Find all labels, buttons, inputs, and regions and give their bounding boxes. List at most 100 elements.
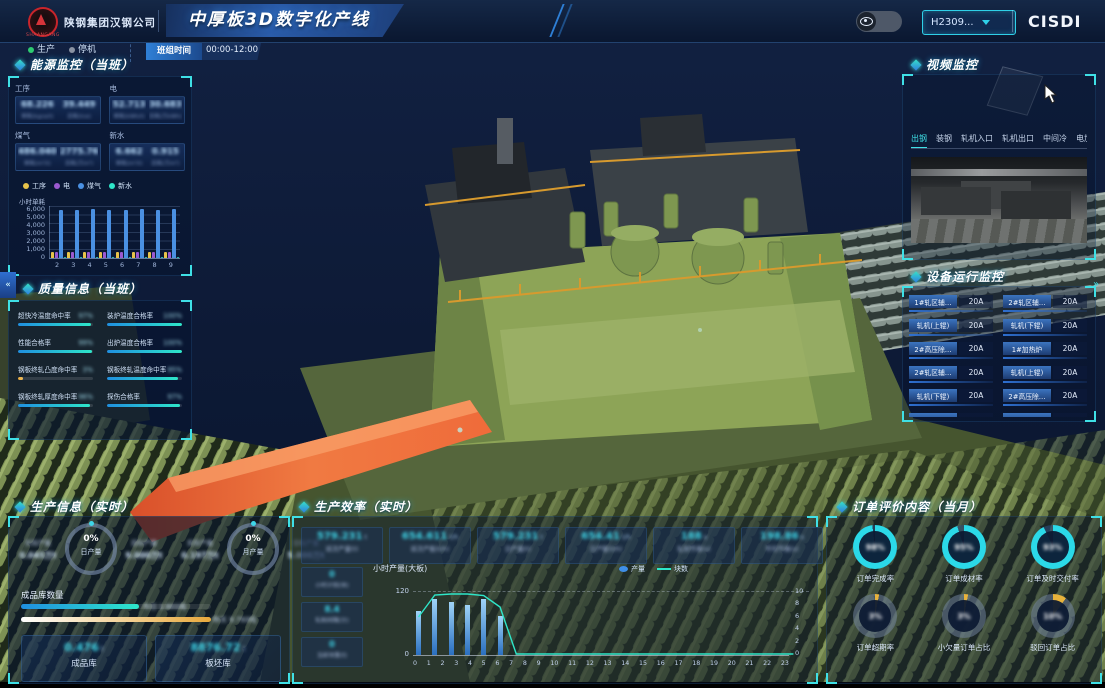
energy-group: 新水6.662单耗(m³/t)0.915总耗(万m³) <box>109 130 185 171</box>
equipment-panel: 1#轧区辅…20A2#轧区辅…20A轧机(上辊)20A轧机(下辊)20A2#高压… <box>902 286 1096 422</box>
efficiency-stat-label: 班次产能(t/h) <box>390 544 470 553</box>
quality-panel-title: 质量信息（当班） <box>24 280 142 297</box>
efficiency-stat-value: 579.231 t <box>302 531 382 542</box>
energy-bar <box>152 252 155 258</box>
energy-stat-unit: 总耗(万kWh) <box>149 112 182 120</box>
order-donut-ring: 93% <box>1031 525 1075 569</box>
hourly-line-series <box>413 591 789 655</box>
video-panel-title-text: 视频监控 <box>926 56 978 73</box>
energy-stat-unit: 单耗(m³/t) <box>18 159 57 167</box>
gauge-actual-value: 0.197万t <box>177 550 223 561</box>
energy-bar-group <box>164 206 179 258</box>
energy-group-cells: 68.226单耗(kgce/t)39.449总耗(tce) <box>15 96 101 124</box>
right-axis-tick: 10 <box>795 587 803 595</box>
energy-ytick: 1,000 <box>26 245 45 253</box>
eye-icon <box>860 17 873 26</box>
equipment-item-value <box>1053 413 1087 418</box>
gauge-target-value: 9.000万t <box>121 550 167 561</box>
quality-item: 钢板终轧凸度命中率3% <box>18 364 93 380</box>
energy-bar <box>96 257 98 258</box>
energy-groups: 工序68.226单耗(kgce/t)39.449总耗(tce)电52.713单耗… <box>15 83 185 171</box>
hourly-chart-xaxis: 01234567891011121314151617181920212223 <box>413 660 789 667</box>
diamond-icon <box>298 501 309 512</box>
panel-collapse-chevron[interactable]: » <box>1093 279 1099 290</box>
quality-item: 超快冷温度命中率97% <box>18 310 93 326</box>
orders-panel: 98%订单完成率95%订单成材率93%订单及时交付率3%订单超期率3%小欠量订单… <box>826 516 1102 684</box>
video-tab-轧机入口[interactable]: 轧机入口 <box>961 133 993 144</box>
chevron-down-icon <box>982 20 990 25</box>
equipment-item-underline <box>1003 381 1087 383</box>
equipment-item: 2#高压除…20A <box>1003 389 1087 406</box>
video-tab-出钢[interactable]: 出钢 <box>911 133 927 144</box>
line-selector-dropdown[interactable]: H2309... <box>922 10 1016 35</box>
equipment-item-value: 20A <box>959 342 993 355</box>
quality-progress-track <box>107 404 182 407</box>
gauge-percent: 0% <box>231 534 275 544</box>
energy-bar <box>168 252 171 258</box>
efficiency-side-label: 小时计划(块) <box>302 580 362 589</box>
hour-tick: 16 <box>657 660 665 667</box>
video-tab-电加热[interactable]: 电加热 <box>1076 133 1087 144</box>
energy-group: 煤气 486.040单耗(m³/t)2775.76总耗(万m³) <box>15 130 101 171</box>
orders-panel-title-text: 订单评价内容（当月） <box>852 498 982 515</box>
equipment-item-value: 20A <box>1053 389 1087 402</box>
energy-bar <box>64 257 66 258</box>
efficiency-side-card: 0当前块重(t) <box>301 637 363 667</box>
hour-tick: 21 <box>745 660 753 667</box>
energy-chart-plot <box>49 206 180 259</box>
equipment-item-underline <box>909 381 993 383</box>
efficiency-side-card: 8.4轧制间隔(分) <box>301 602 363 632</box>
energy-panel: 工序68.226单耗(kgce/t)39.449总耗(tce)电52.713单耗… <box>8 76 192 276</box>
toggle-knob[interactable] <box>857 12 876 31</box>
hour-tick: 15 <box>639 660 647 667</box>
energy-group-name: 煤气 <box>15 130 101 141</box>
order-donut-label: 驳回订单占比 <box>1030 642 1075 653</box>
hour-tick: 10 <box>550 660 558 667</box>
video-feed-decor <box>921 187 991 215</box>
energy-stat-unit: 单耗(kgce/t) <box>18 112 57 120</box>
energy-stat-unit: 单耗(kWh/t) <box>112 112 145 120</box>
energy-stat-card: 0.915总耗(万m³) <box>149 147 182 167</box>
inventory-card: 8876.72 t板坯库 <box>155 635 281 682</box>
video-tab-轧机出口[interactable]: 轧机出口 <box>1002 133 1034 144</box>
energy-bar <box>116 252 119 258</box>
inventory-bar-fill <box>21 604 139 609</box>
video-feed[interactable] <box>911 157 1087 243</box>
video-tab-装钢[interactable]: 装钢 <box>936 133 952 144</box>
equipment-item: 轧机(上辊)20A <box>909 319 993 336</box>
right-axis-tick: 2 <box>795 637 803 645</box>
efficiency-side-label: 轧制间隔(分) <box>302 615 362 624</box>
efficiency-stat-label: 轧制节奏(s) <box>654 544 734 553</box>
energy-bar <box>129 257 131 258</box>
diamond-icon <box>836 501 847 512</box>
quality-item: 钢板终轧温度命中率95% <box>107 364 182 380</box>
order-donut-value: 3% <box>853 594 897 638</box>
energy-group-name: 电 <box>109 83 185 94</box>
quality-progress-track <box>18 350 93 353</box>
energy-xtick: 7 <box>136 261 140 269</box>
video-feed-decor <box>911 169 1087 176</box>
sidebar-collapse-tab[interactable]: « <box>0 272 16 298</box>
equipment-item: 2#轧区辅…20A <box>909 366 993 383</box>
quality-progress-fill <box>18 323 91 326</box>
quality-progress-track <box>107 377 182 380</box>
diamond-icon <box>14 501 25 512</box>
energy-bar <box>103 252 106 258</box>
order-donut-value: 98% <box>853 525 897 569</box>
rolling-status-legend: 生产停机 <box>28 42 96 55</box>
quality-panel: 超快冷温度命中率97%装炉温度合格率100%性能合格率99%出炉温度合格率100… <box>8 300 192 440</box>
video-tab-中间冷[interactable]: 中间冷 <box>1043 133 1067 144</box>
efficiency-side-stats: 0小时计划(块)8.4轧制间隔(分)0当前块重(t) <box>301 567 363 667</box>
energy-bar <box>87 252 90 258</box>
gauge-percent: 0% <box>69 534 113 544</box>
order-donut: 93%订单及时交付率 <box>1026 525 1079 584</box>
energy-bar <box>83 252 86 258</box>
inventory-cards: 0.476 t成品库8876.72 t板坯库 <box>21 635 281 682</box>
energy-group-cells: 486.040单耗(m³/t)2775.76总耗(万m³) <box>15 143 101 171</box>
energy-bar <box>156 210 160 258</box>
hour-tick: 1 <box>427 660 431 667</box>
quality-item-label: 钢板终轧凸度命中率 <box>18 364 77 374</box>
visibility-toggle[interactable] <box>856 11 902 32</box>
energy-bar <box>107 210 111 258</box>
right-axis-ticks: 1086420 <box>795 587 803 657</box>
